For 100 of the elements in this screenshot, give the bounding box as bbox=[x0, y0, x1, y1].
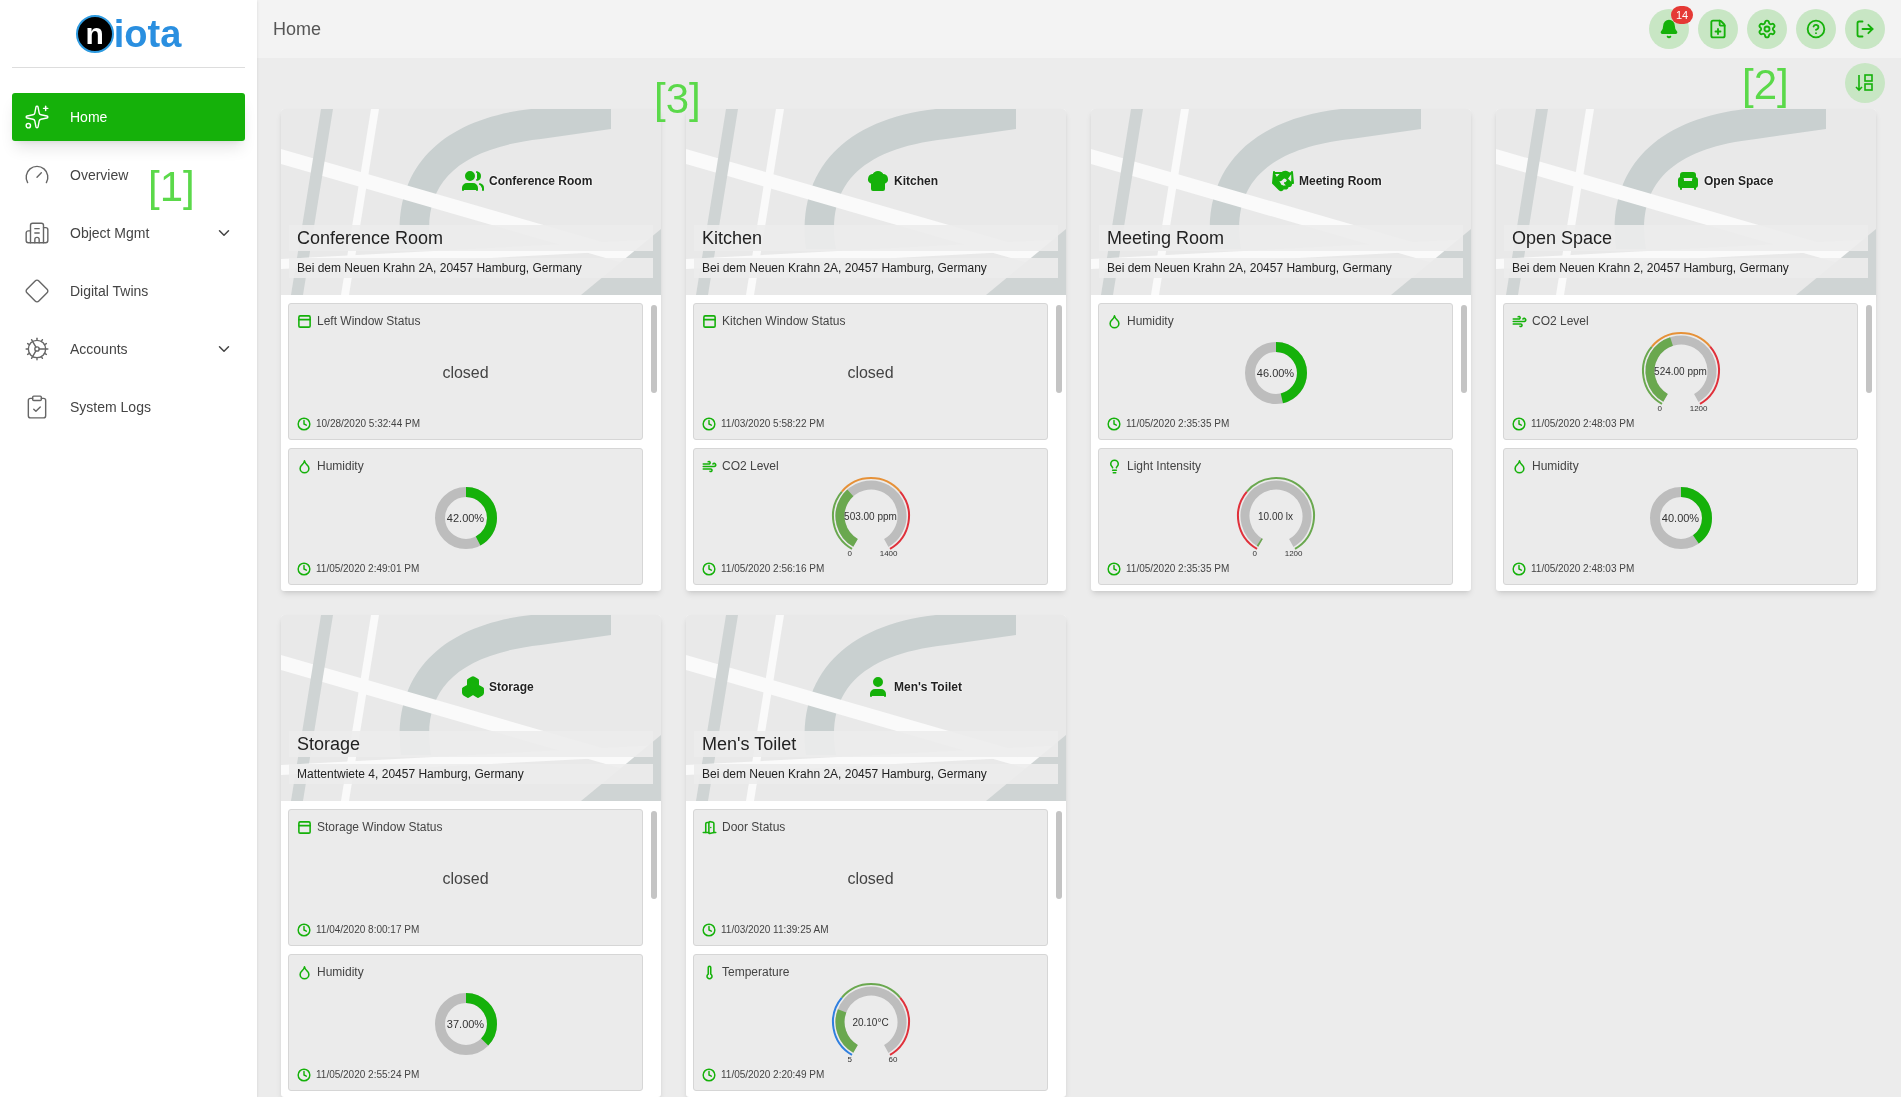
sort-button[interactable] bbox=[1845, 63, 1885, 104]
help-icon bbox=[1806, 19, 1826, 40]
notification-badge: 14 bbox=[1671, 6, 1693, 25]
map-marker-label: Conference Room bbox=[489, 173, 593, 190]
annotation-label: [1] bbox=[148, 166, 195, 208]
value-text: 46.00% bbox=[1256, 365, 1295, 381]
page-title: Home bbox=[273, 17, 322, 41]
map-marker-icon bbox=[461, 169, 485, 193]
value-text: 503.00 ppm bbox=[844, 510, 897, 524]
room-address: Bei dem Neuen Krahn 2, 20457 Hamburg, Germany bbox=[1504, 258, 1868, 278]
map-marker-label: Meeting Room bbox=[1299, 173, 1382, 190]
map-marker-label: Men's Toilet bbox=[894, 679, 962, 696]
widget-title: Humidity bbox=[1532, 458, 1579, 475]
clock-icon bbox=[297, 922, 311, 937]
timestamp: 11/05/2020 2:35:35 PM bbox=[1126, 562, 1230, 576]
sidebar-item[interactable]: System Logs bbox=[12, 383, 163, 431]
add-file-icon bbox=[1708, 19, 1728, 40]
widget-title: CO2 Level bbox=[722, 458, 779, 475]
settings-button[interactable] bbox=[1747, 9, 1787, 50]
value-text: 40.00% bbox=[1661, 510, 1700, 526]
map-marker-label: Kitchen bbox=[894, 173, 938, 190]
nav-icon bbox=[24, 336, 50, 362]
clock-icon bbox=[1512, 416, 1526, 431]
scrollbar[interactable] bbox=[1866, 305, 1872, 393]
sidebar-item[interactable]: Digital Twins bbox=[12, 267, 161, 315]
sidebar-item[interactable]: Object Mgmt bbox=[12, 209, 245, 257]
sort-icon bbox=[1855, 73, 1875, 94]
widget-title: Temperature bbox=[722, 964, 790, 981]
map-marker-label: Storage bbox=[489, 679, 534, 696]
sensor-icon bbox=[297, 964, 312, 980]
sidebar-item[interactable]: Accounts bbox=[12, 325, 245, 373]
sensor-icon bbox=[297, 819, 312, 835]
clock-icon bbox=[297, 561, 311, 576]
sensor-icon bbox=[1107, 313, 1122, 329]
nav-icon bbox=[24, 278, 50, 304]
clock-icon bbox=[1107, 561, 1121, 576]
sidebar-item[interactable]: Overview bbox=[12, 151, 141, 199]
room-card[interactable]: Open Space Open Space Bei dem Neuen Krahn 2, 20457 Hamburg, Germany CO2 Level 524.00 ppm 0 1200 11/05/2020 2:48:03 PM Humidity 40.00% 11/05/2020 2:48:03 PM bbox=[1496, 109, 1876, 591]
sensor-icon bbox=[702, 819, 717, 835]
value-text: 20.10°C bbox=[852, 1016, 889, 1030]
clock-icon bbox=[702, 561, 716, 576]
sensor-icon bbox=[1512, 313, 1527, 329]
clock-icon bbox=[1512, 561, 1526, 576]
timestamp: 11/05/2020 2:48:03 PM bbox=[1531, 417, 1635, 431]
clock-icon bbox=[297, 416, 311, 431]
room-card[interactable]: Storage Storage Mattentwiete 4, 20457 Hamburg, Germany Storage Window Status closed 11/04/2020 8:00:17 PM Humidity 37.00% 11/05/2020 2:55:24 PM bbox=[281, 615, 661, 1097]
logout-button[interactable] bbox=[1845, 9, 1885, 50]
sensor-icon bbox=[1107, 458, 1122, 474]
sensor-icon bbox=[702, 313, 717, 329]
logout-icon bbox=[1855, 19, 1875, 40]
map-marker-label: Open Space bbox=[1704, 173, 1774, 190]
widget-title: Door Status bbox=[722, 819, 786, 836]
widget-title: Left Window Status bbox=[317, 313, 421, 330]
room-card[interactable]: Men's Toilet Men's Toilet Bei dem Neuen Krahn 2A, 20457 Hamburg, Germany Door Status closed 11/03/2020 11:39:25 AM Temperature 20.10°C 5 60 11/05/2020 2:20:49 PM bbox=[686, 615, 1066, 1097]
status-value: closed bbox=[847, 869, 894, 889]
scrollbar[interactable] bbox=[651, 811, 657, 899]
max-label: 1400 bbox=[879, 548, 898, 560]
clock-icon bbox=[702, 416, 716, 431]
sensor-icon bbox=[1512, 458, 1527, 474]
help-button[interactable] bbox=[1796, 9, 1836, 50]
settings-icon bbox=[1757, 19, 1777, 40]
room-address: Bei dem Neuen Krahn 2A, 20457 Hamburg, Germany bbox=[1099, 258, 1463, 278]
map-marker-icon bbox=[866, 169, 890, 193]
scrollbar[interactable] bbox=[1056, 811, 1062, 899]
logo: n iota bbox=[75, 14, 182, 53]
value-text: 524.00 ppm bbox=[1654, 365, 1707, 379]
widget-title: CO2 Level bbox=[1532, 313, 1589, 330]
scrollbar[interactable] bbox=[1056, 305, 1062, 393]
map-marker-icon bbox=[461, 675, 485, 699]
widget-title: Storage Window Status bbox=[317, 819, 443, 836]
sensor-icon bbox=[297, 458, 312, 474]
room-address: Bei dem Neuen Krahn 2A, 20457 Hamburg, Germany bbox=[694, 258, 1058, 278]
sensor-icon bbox=[297, 313, 312, 329]
nav-icon bbox=[24, 220, 50, 246]
scrollbar[interactable] bbox=[651, 305, 657, 393]
widget-title: Light Intensity bbox=[1127, 458, 1202, 475]
status-value: closed bbox=[442, 363, 489, 383]
min-label: 0 bbox=[1657, 403, 1662, 415]
timestamp: 11/05/2020 2:35:35 PM bbox=[1126, 417, 1230, 431]
timestamp: 11/05/2020 2:56:16 PM bbox=[721, 562, 825, 576]
timestamp: 11/03/2020 11:39:25 AM bbox=[721, 923, 829, 937]
room-card[interactable]: Meeting Room Meeting Room Bei dem Neuen Krahn 2A, 20457 Hamburg, Germany Humidity 46.00% 11/05/2020 2:35:35 PM Light Intensity 10.00 lx 0 1200 11/05/2020 2:35:35 PM bbox=[1091, 109, 1471, 591]
room-address: Bei dem Neuen Krahn 2A, 20457 Hamburg, Germany bbox=[694, 764, 1058, 784]
clock-icon bbox=[702, 922, 716, 937]
max-label: 60 bbox=[888, 1054, 898, 1066]
room-address: Mattentwiete 4, 20457 Hamburg, Germany bbox=[289, 764, 653, 784]
widget-title: Humidity bbox=[1127, 313, 1174, 330]
value-text: 42.00% bbox=[446, 510, 485, 526]
min-label: 5 bbox=[847, 1054, 852, 1066]
annotation-label: [2] bbox=[1742, 64, 1789, 106]
timestamp: 11/05/2020 2:20:49 PM bbox=[721, 1068, 825, 1082]
widget-title: Humidity bbox=[317, 964, 364, 981]
scrollbar[interactable] bbox=[1461, 305, 1467, 393]
max-label: 1200 bbox=[1284, 548, 1303, 560]
widget-title: Humidity bbox=[317, 458, 364, 475]
add-file-button[interactable] bbox=[1698, 9, 1738, 50]
timestamp: 11/05/2020 2:48:03 PM bbox=[1531, 562, 1635, 576]
value-text: 10.00 lx bbox=[1258, 510, 1293, 524]
timestamp: 11/05/2020 2:55:24 PM bbox=[316, 1068, 420, 1082]
status-value: closed bbox=[442, 869, 489, 889]
